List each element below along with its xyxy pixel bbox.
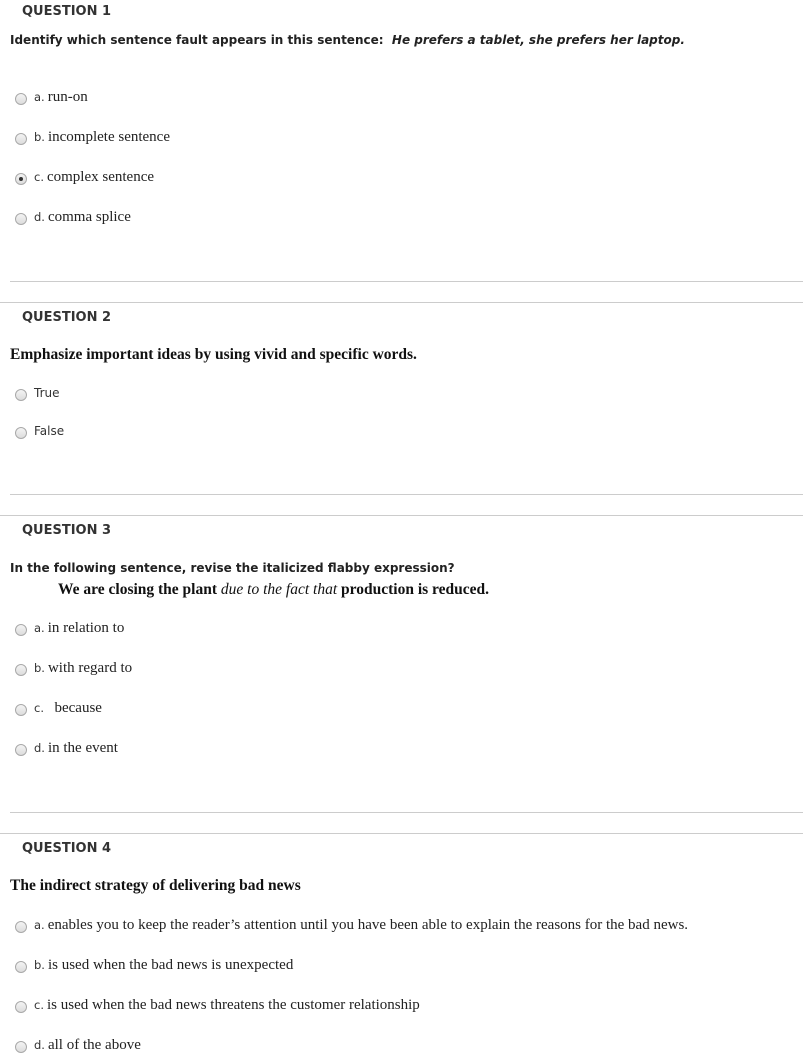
radio-button[interactable] [15,133,27,145]
option-text: all of the above [47,1036,141,1053]
option-text: is used when the bad news threatens the … [46,996,420,1013]
option-text: comma splice [47,208,131,225]
radio-button[interactable] [15,921,27,933]
question-1-heading: QUESTION 1 [22,4,112,19]
q4-option-d[interactable]: d. all of the above [15,1036,141,1054]
q3-option-c[interactable]: c. because [15,699,102,717]
radio-button[interactable] [15,1001,27,1013]
option-text: is used when the bad news is unexpected [47,956,294,973]
question-divider [10,281,803,282]
option-text: enables you to keep the reader’s attenti… [47,916,689,933]
question-divider [10,494,803,495]
question-1-prompt-text: Identify which sentence fault appears in… [10,33,384,47]
question-2-heading: QUESTION 2 [22,310,112,325]
option-letter: c. [34,998,44,1012]
option-text: incomplete sentence [47,128,170,145]
question-1-example-sentence: He prefers a tablet, she prefers her lap… [391,33,685,47]
radio-button[interactable] [15,389,27,401]
q3-option-a[interactable]: a. in relation to [15,619,124,637]
option-text: False [34,424,65,438]
q1-option-b[interactable]: b. incomplete sentence [15,128,170,146]
option-letter: b. [34,130,45,144]
sentence-italic-phrase: due to the fact that [220,581,338,598]
question-3-sentence: We are closing the plant due to the fact… [58,581,489,599]
radio-button[interactable] [15,427,27,439]
question-2-prompt: Emphasize important ideas by using vivid… [10,346,417,363]
option-letter: c. [34,701,44,715]
radio-button[interactable] [15,664,27,676]
option-text: run-on [47,88,88,105]
q3-option-d[interactable]: d. in the event [15,739,118,757]
option-letter: b. [34,661,45,675]
radio-button[interactable] [15,213,27,225]
option-letter: d. [34,741,45,755]
sentence-text: We are closing the plant [58,581,221,598]
radio-button[interactable] [15,93,27,105]
option-text: complex sentence [46,168,155,185]
option-letter: d. [34,210,45,224]
option-letter: a. [34,918,45,932]
question-3-heading: QUESTION 3 [22,523,112,538]
radio-button[interactable] [15,744,27,756]
radio-button[interactable] [15,704,27,716]
radio-button-selected[interactable] [15,173,27,185]
option-letter: c. [34,170,44,184]
question-1-prompt: Identify which sentence fault appears in… [10,33,685,47]
option-text: in the event [47,739,118,756]
q1-option-a[interactable]: a. run-on [15,88,88,106]
option-letter: a. [34,621,45,635]
question-3-prompt: In the following sentence, revise the it… [10,561,455,575]
question-divider [0,302,803,303]
radio-button[interactable] [15,624,27,636]
q1-option-d[interactable]: d. comma splice [15,208,131,226]
question-divider [0,833,803,834]
q3-option-b[interactable]: b. with regard to [15,659,132,677]
q2-option-true[interactable]: True [15,384,60,402]
question-divider [0,515,803,516]
option-letter: a. [34,90,45,104]
question-divider [10,812,803,813]
sentence-text: production is reduced. [337,581,490,598]
q2-option-false[interactable]: False [15,422,64,440]
question-4-heading: QUESTION 4 [22,841,112,856]
option-text: with regard to [47,659,133,676]
option-text: in relation to [47,619,125,636]
option-letter: d. [34,1038,45,1052]
radio-button[interactable] [15,1041,27,1053]
option-text: True [34,386,60,400]
option-text: because [46,699,102,716]
q4-option-b[interactable]: b. is used when the bad news is unexpect… [15,956,293,974]
q1-option-c[interactable]: c. complex sentence [15,168,154,186]
radio-button[interactable] [15,961,27,973]
question-4-prompt: The indirect strategy of delivering bad … [10,877,301,894]
q4-option-c[interactable]: c. is used when the bad news threatens t… [15,996,420,1014]
option-letter: b. [34,958,45,972]
q4-option-a[interactable]: a. enables you to keep the reader’s atte… [15,916,688,934]
